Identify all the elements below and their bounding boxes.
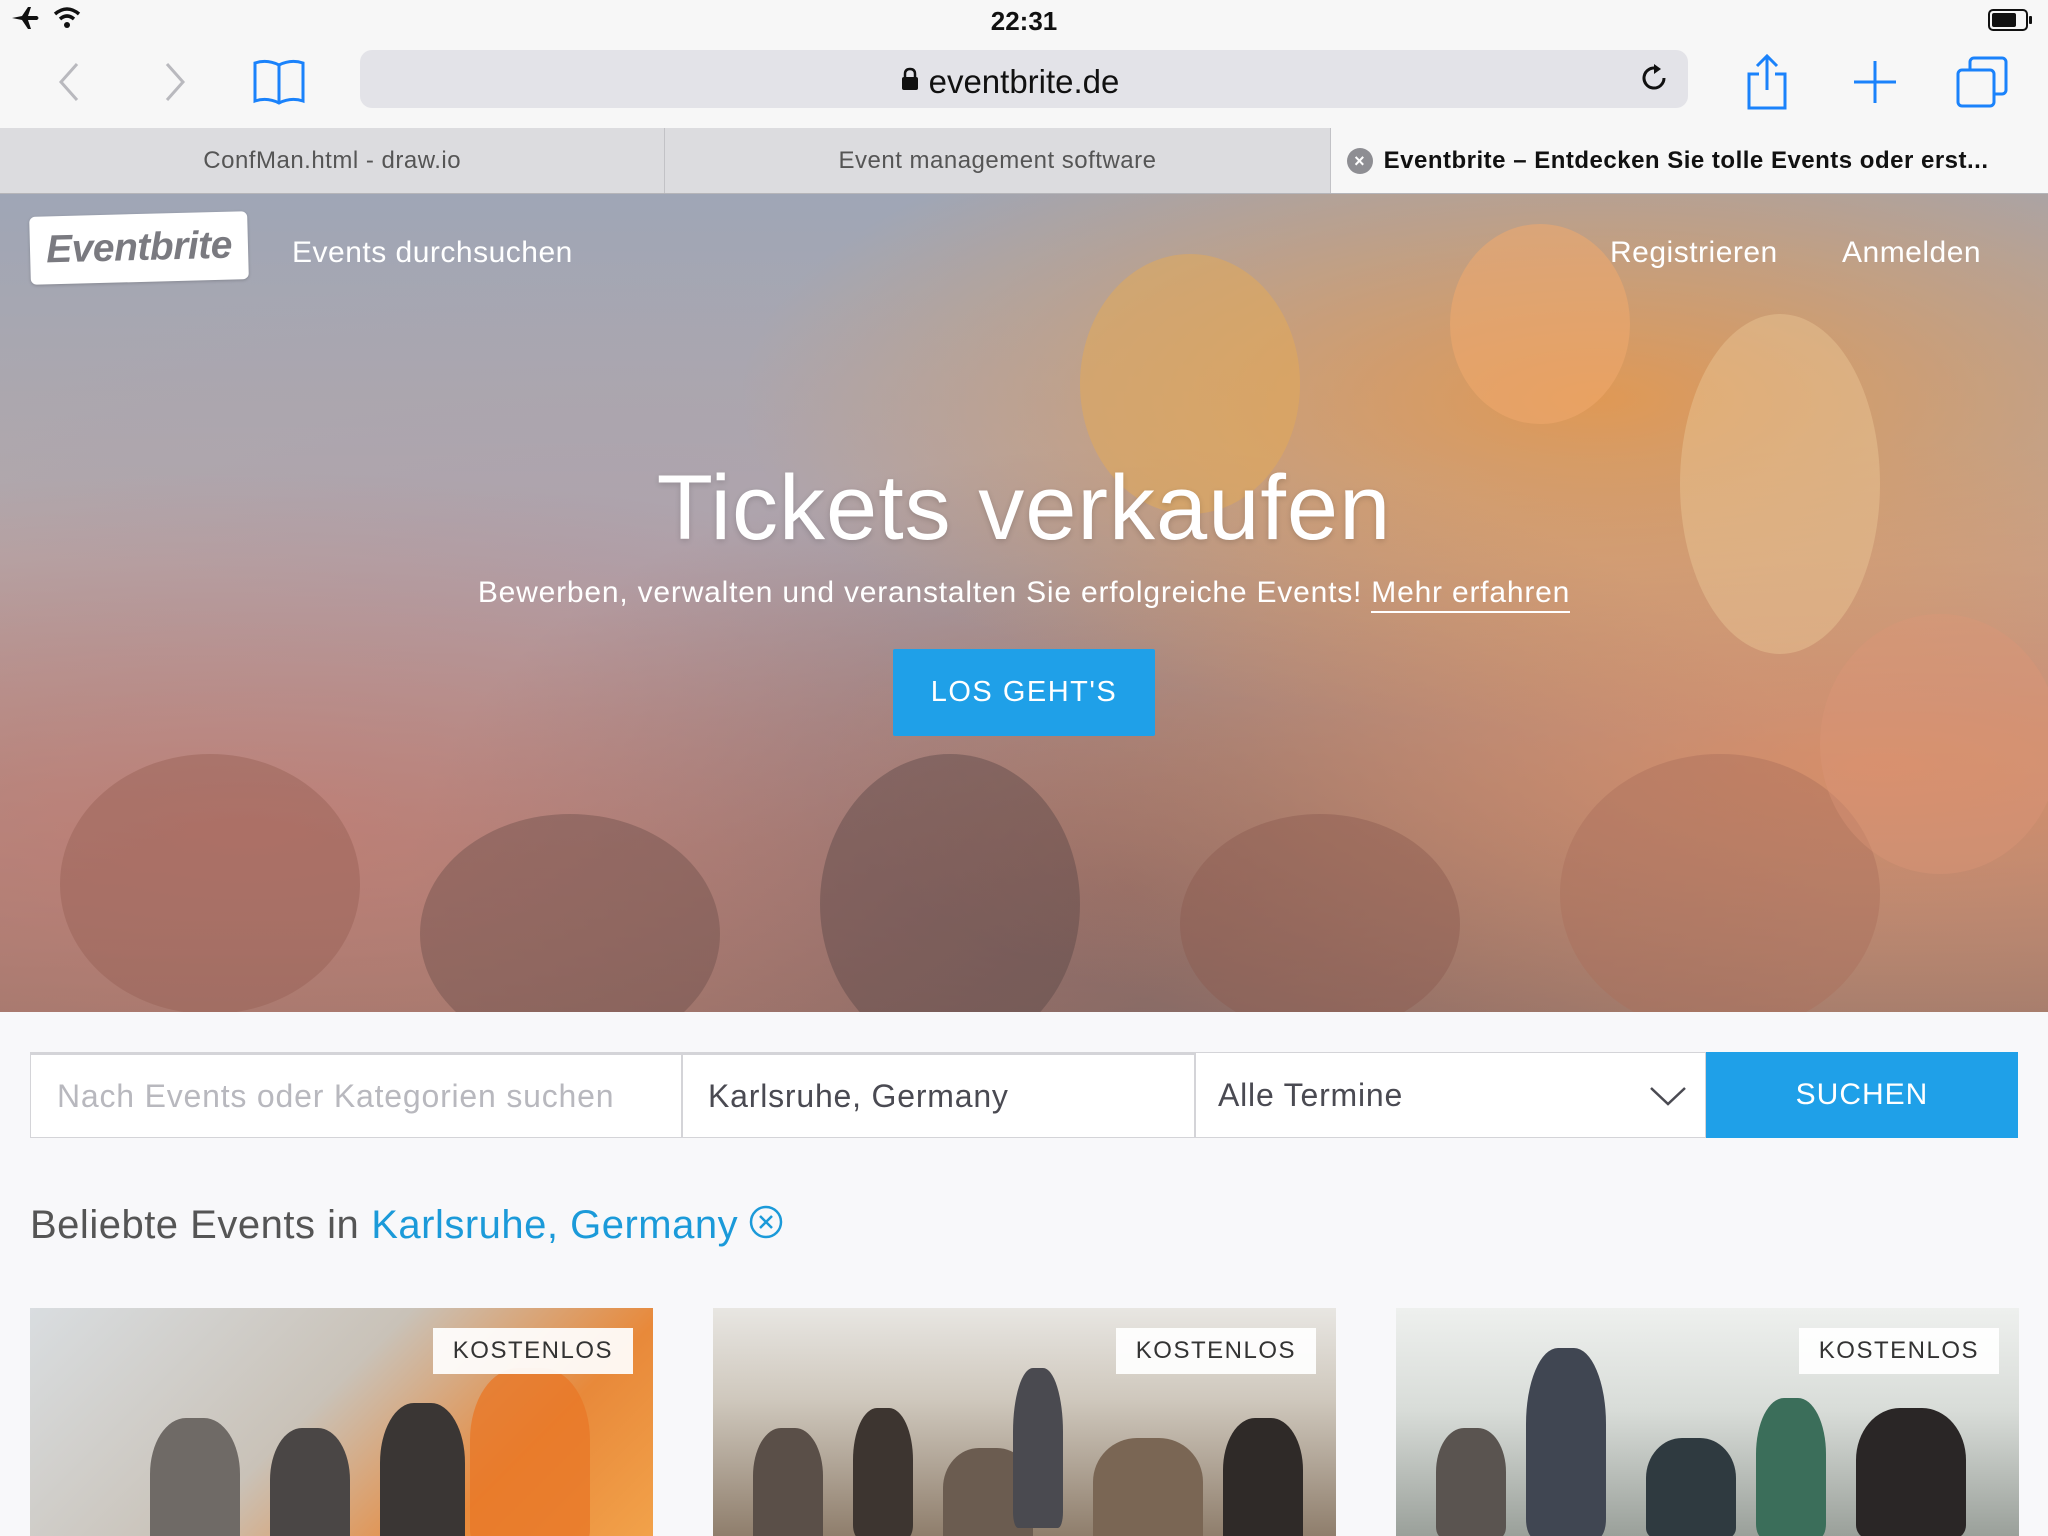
bookmarks-button[interactable] bbox=[249, 52, 309, 112]
event-search-input[interactable]: Nach Events oder Kategorien suchen bbox=[30, 1052, 682, 1138]
forward-button[interactable] bbox=[144, 52, 204, 112]
new-tab-button[interactable] bbox=[1845, 52, 1905, 112]
tab-eventbrite[interactable]: × Eventbrite – Entdecken Sie tolle Event… bbox=[1330, 128, 2048, 193]
location-input[interactable]: Karlsruhe, Germany bbox=[682, 1052, 1195, 1138]
book-icon bbox=[253, 59, 305, 105]
date-select[interactable]: Alle Termine bbox=[1195, 1052, 1706, 1138]
login-link[interactable]: Anmelden bbox=[1842, 236, 1981, 270]
reload-icon[interactable] bbox=[1638, 62, 1670, 99]
free-badge: KOSTENLOS bbox=[1115, 1328, 1316, 1374]
close-tab-icon[interactable]: × bbox=[1346, 148, 1373, 174]
tab-drawio[interactable]: ConfMan.html - draw.io bbox=[0, 128, 666, 193]
tabs-overview-button[interactable] bbox=[1952, 52, 2012, 112]
share-icon bbox=[1747, 54, 1787, 110]
learn-more-link[interactable]: Mehr erfahren bbox=[1371, 576, 1571, 613]
hero-banner: Eventbrite Events durchsuchen Registrier… bbox=[0, 194, 2048, 1012]
status-time: 22:31 bbox=[990, 6, 1058, 36]
browse-events-link[interactable]: Events durchsuchen bbox=[292, 236, 573, 270]
event-card[interactable]: KOSTENLOS bbox=[1396, 1308, 2019, 1536]
card-image bbox=[753, 1428, 823, 1536]
event-card[interactable]: KOSTENLOS bbox=[30, 1308, 653, 1536]
tabs-icon bbox=[1956, 56, 2008, 108]
status-bar: 22:31 bbox=[0, 0, 2048, 40]
free-badge: KOSTENLOS bbox=[432, 1328, 633, 1374]
search-bar: Nach Events oder Kategorien suchen Karls… bbox=[30, 1052, 2018, 1138]
browser-toolbar: eventbrite.de bbox=[0, 40, 2048, 128]
chevron-down-icon bbox=[1649, 1079, 1687, 1116]
register-link[interactable]: Registrieren bbox=[1610, 236, 1778, 270]
tab-event-software[interactable]: Event management software bbox=[665, 128, 1331, 193]
card-image bbox=[1526, 1348, 1606, 1536]
share-button[interactable] bbox=[1737, 52, 1797, 112]
popular-events-heading: Beliebte Events in Karlsruhe, Germany bbox=[30, 1200, 784, 1250]
battery-icon bbox=[1988, 8, 2034, 37]
hero-title: Tickets verkaufen bbox=[656, 457, 1392, 559]
plus-icon bbox=[1854, 61, 1896, 103]
chevron-right-icon bbox=[165, 63, 186, 101]
chevron-left-icon bbox=[58, 63, 79, 101]
free-badge: KOSTENLOS bbox=[1798, 1328, 1999, 1374]
address-bar[interactable]: eventbrite.de bbox=[360, 50, 1688, 108]
hero-subtitle: Bewerben, verwalten und veranstalten Sie… bbox=[0, 576, 2048, 613]
search-button[interactable]: SUCHEN bbox=[1706, 1052, 2018, 1138]
popular-city-link[interactable]: Karlsruhe, Germany bbox=[371, 1203, 738, 1248]
event-card[interactable]: KOSTENLOS bbox=[713, 1308, 1336, 1536]
url-text: eventbrite.de bbox=[928, 63, 1120, 100]
eventbrite-logo[interactable]: Eventbrite bbox=[29, 211, 249, 285]
back-button[interactable] bbox=[40, 52, 100, 112]
clear-city-icon[interactable] bbox=[748, 1204, 784, 1250]
get-started-button[interactable]: LOS GEHT'S bbox=[893, 649, 1155, 736]
tab-strip: ConfMan.html - draw.io Event management … bbox=[0, 128, 2048, 194]
card-image bbox=[150, 1418, 240, 1536]
